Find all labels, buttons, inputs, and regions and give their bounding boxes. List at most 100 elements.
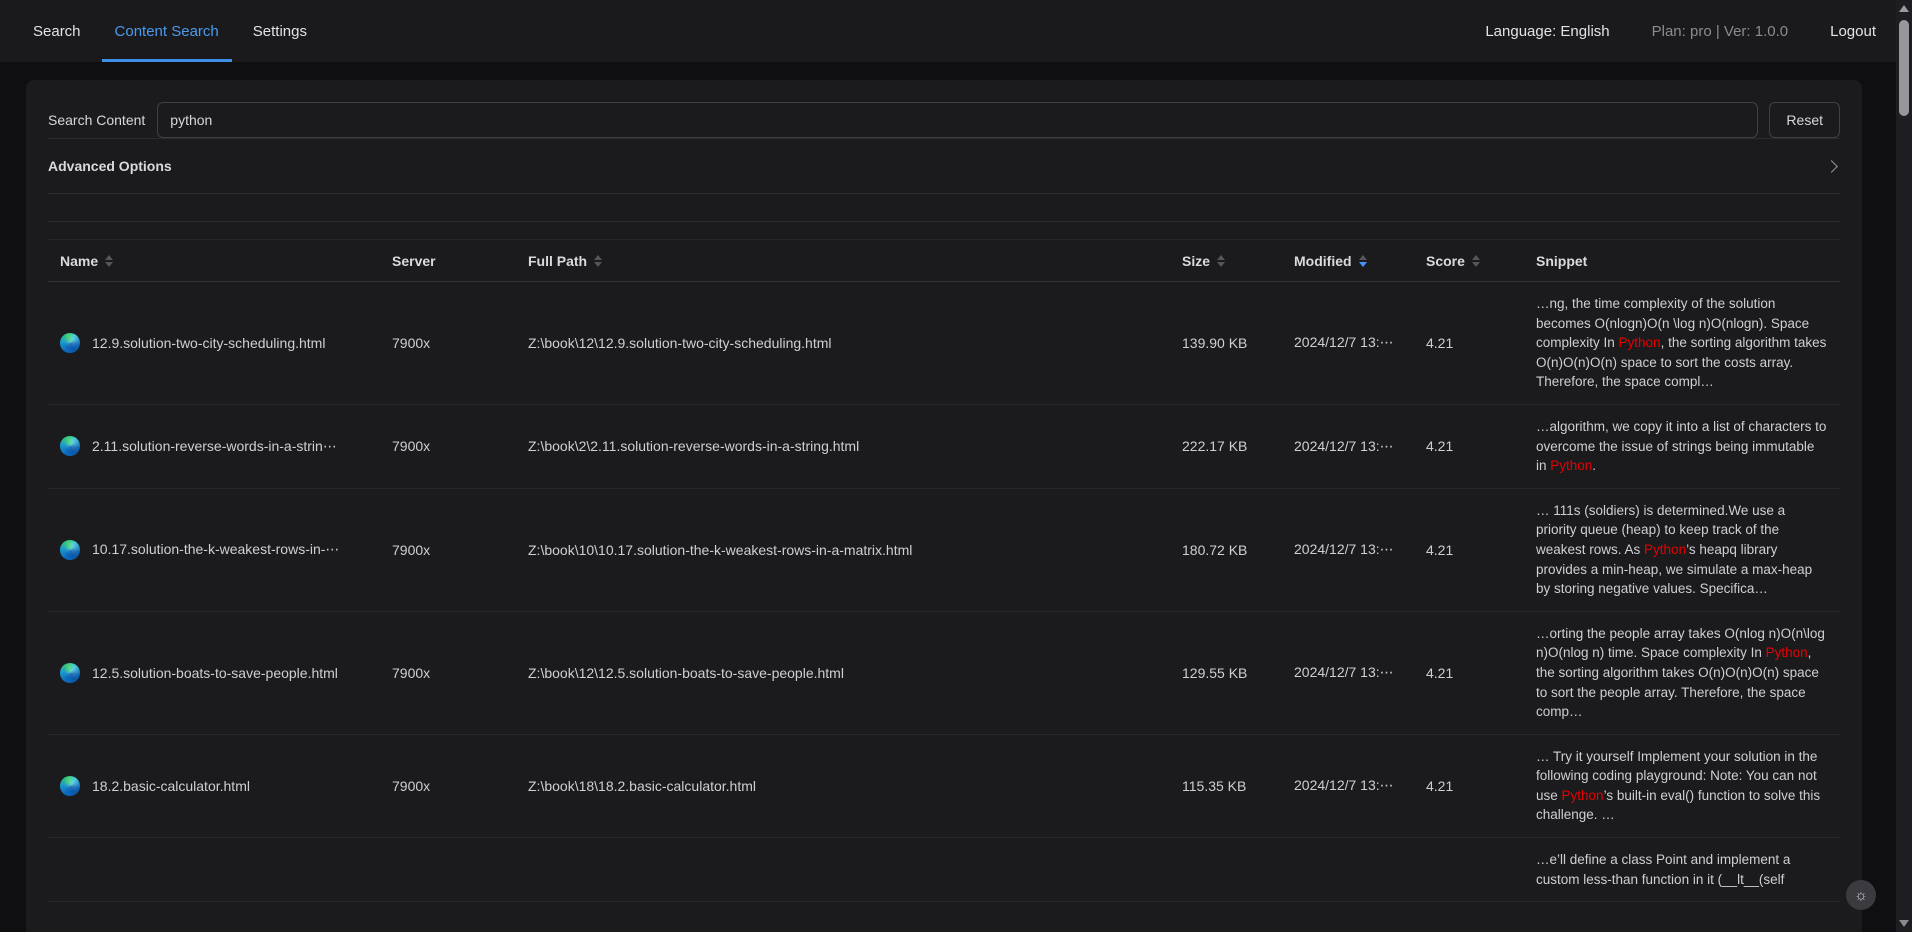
highlighted-keyword: Python	[1550, 458, 1592, 473]
modified-cell: 2024/12/7 13:⋯	[1282, 438, 1414, 455]
column-label: Size	[1182, 253, 1210, 269]
advanced-options-label: Advanced Options	[48, 158, 172, 174]
modified-cell: 2024/12/7 13:⋯	[1282, 541, 1414, 558]
table-row[interactable]: …e’ll define a class Point and implement…	[48, 838, 1840, 902]
column-header-path[interactable]: Full Path	[516, 253, 1170, 269]
edge-browser-icon	[60, 436, 80, 456]
snippet-cell: …algorithm, we copy it into a list of ch…	[1524, 405, 1840, 488]
highlighted-keyword: Python	[1619, 335, 1661, 350]
modified-cell: 2024/12/7 13:⋯	[1282, 334, 1414, 351]
column-label: Full Path	[528, 253, 587, 269]
table-row[interactable]: 12.5.solution-boats-to-save-people.html …	[48, 612, 1840, 735]
results-table: Name Server Full Path Size Modified Score Snip…	[48, 239, 1840, 902]
column-header-name[interactable]: Name	[48, 253, 380, 269]
score-cell: 4.21	[1414, 778, 1524, 794]
column-label: Modified	[1294, 253, 1352, 269]
column-header-score[interactable]: Score	[1414, 253, 1524, 269]
results-table-body: 12.9.solution-two-city-scheduling.html 7…	[48, 282, 1840, 902]
full-path-cell: Z:\book\10\10.17.solution-the-k-weakest-…	[516, 542, 1170, 558]
size-cell: 180.72 KB	[1170, 542, 1282, 558]
tab-search[interactable]: Search	[16, 0, 98, 62]
snippet-cell: …e’ll define a class Point and implement…	[1524, 838, 1840, 901]
server-cell: 7900x	[380, 438, 516, 454]
score-cell: 4.21	[1414, 438, 1524, 454]
theme-toggle-button[interactable]: ☼	[1846, 880, 1876, 910]
nav-tabs: Search Content Search Settings	[16, 0, 324, 62]
search-content-label: Search Content	[48, 112, 145, 128]
file-name[interactable]: 18.2.basic-calculator.html	[92, 778, 250, 794]
name-cell: 18.2.basic-calculator.html	[48, 776, 380, 796]
advanced-options-toggle[interactable]: Advanced Options	[48, 139, 1840, 193]
server-cell: 7900x	[380, 542, 516, 558]
highlighted-keyword: Python	[1644, 542, 1686, 557]
modified-cell: 2024/12/7 13:⋯	[1282, 664, 1414, 681]
table-row[interactable]: 12.9.solution-two-city-scheduling.html 7…	[48, 282, 1840, 405]
file-name[interactable]: 2.11.solution-reverse-words-in-a-strin⋯	[92, 438, 337, 455]
sort-icon	[1217, 255, 1225, 267]
modified-cell: 2024/12/7 13:⋯	[1282, 777, 1414, 794]
score-cell: 4.21	[1414, 665, 1524, 681]
edge-browser-icon	[60, 663, 80, 683]
name-cell: 2.11.solution-reverse-words-in-a-strin⋯	[48, 436, 380, 456]
search-content-input[interactable]	[157, 102, 1758, 138]
scroll-up-arrow-icon[interactable]	[1899, 5, 1909, 12]
server-cell: 7900x	[380, 665, 516, 681]
column-label: Server	[392, 253, 436, 269]
file-name[interactable]: 10.17.solution-the-k-weakest-rows-in-⋯	[92, 541, 339, 558]
chevron-right-icon	[1825, 160, 1838, 173]
size-cell: 115.35 KB	[1170, 778, 1282, 794]
table-row[interactable]: 10.17.solution-the-k-weakest-rows-in-⋯ 7…	[48, 489, 1840, 612]
edge-browser-icon	[60, 540, 80, 560]
table-row[interactable]: 18.2.basic-calculator.html 7900x Z:\book…	[48, 735, 1840, 838]
size-cell: 129.55 KB	[1170, 665, 1282, 681]
results-table-header: Name Server Full Path Size Modified Score Snip…	[48, 240, 1840, 282]
sort-icon	[105, 255, 113, 267]
size-cell: 222.17 KB	[1170, 438, 1282, 454]
highlighted-keyword: Python	[1562, 788, 1604, 803]
column-header-modified[interactable]: Modified	[1282, 253, 1414, 269]
snippet-cell: … Try it yourself Implement your solutio…	[1524, 735, 1840, 837]
top-navigation: Search Content Search Settings Language:…	[0, 0, 1912, 62]
language-selector[interactable]: Language: English	[1485, 23, 1609, 40]
name-cell: 10.17.solution-the-k-weakest-rows-in-⋯	[48, 540, 380, 560]
edge-browser-icon	[60, 333, 80, 353]
file-name[interactable]: 12.5.solution-boats-to-save-people.html	[92, 665, 338, 681]
theme-sun-icon: ☼	[1854, 887, 1868, 904]
highlighted-keyword: Python	[1766, 645, 1808, 660]
nav-right-group: Language: English Plan: pro | Ver: 1.0.0…	[1485, 0, 1876, 62]
size-cell: 139.90 KB	[1170, 335, 1282, 351]
file-name[interactable]: 12.9.solution-two-city-scheduling.html	[92, 335, 325, 351]
column-header-snippet: Snippet	[1524, 253, 1840, 269]
server-cell: 7900x	[380, 335, 516, 351]
server-cell: 7900x	[380, 778, 516, 794]
column-label: Score	[1426, 253, 1465, 269]
divider	[48, 221, 1840, 222]
logout-button[interactable]: Logout	[1830, 23, 1876, 40]
vertical-scrollbar[interactable]	[1896, 0, 1912, 932]
tab-settings[interactable]: Settings	[236, 0, 324, 62]
full-path-cell: Z:\book\12\12.5.solution-boats-to-save-p…	[516, 665, 1170, 681]
content-search-card: Search Content Reset Advanced Options Na…	[26, 80, 1862, 932]
name-cell: 12.5.solution-boats-to-save-people.html	[48, 663, 380, 683]
edge-browser-icon	[60, 776, 80, 796]
search-form-row: Search Content Reset	[48, 80, 1840, 138]
sort-icon	[594, 255, 602, 267]
column-label: Snippet	[1536, 253, 1587, 269]
score-cell: 4.21	[1414, 542, 1524, 558]
reset-button[interactable]: Reset	[1769, 102, 1840, 138]
snippet-cell: …orting the people array takes O(nlog n)…	[1524, 612, 1840, 734]
column-header-size[interactable]: Size	[1170, 253, 1282, 269]
sort-icon	[1472, 255, 1480, 267]
full-path-cell: Z:\book\12\12.9.solution-two-city-schedu…	[516, 335, 1170, 351]
tab-content-search[interactable]: Content Search	[98, 0, 236, 62]
snippet-cell: … 111s (soldiers) is determined.We use a…	[1524, 489, 1840, 611]
snippet-cell: …ng, the time complexity of the solution…	[1524, 282, 1840, 404]
table-row[interactable]: 2.11.solution-reverse-words-in-a-strin⋯ …	[48, 405, 1840, 489]
full-path-cell: Z:\book\2\2.11.solution-reverse-words-in…	[516, 438, 1170, 454]
scrollbar-thumb[interactable]	[1899, 20, 1909, 116]
plan-version-label: Plan: pro | Ver: 1.0.0	[1652, 23, 1788, 40]
column-label: Name	[60, 253, 98, 269]
scroll-down-arrow-icon[interactable]	[1899, 920, 1909, 927]
score-cell: 4.21	[1414, 335, 1524, 351]
column-header-server: Server	[380, 253, 516, 269]
